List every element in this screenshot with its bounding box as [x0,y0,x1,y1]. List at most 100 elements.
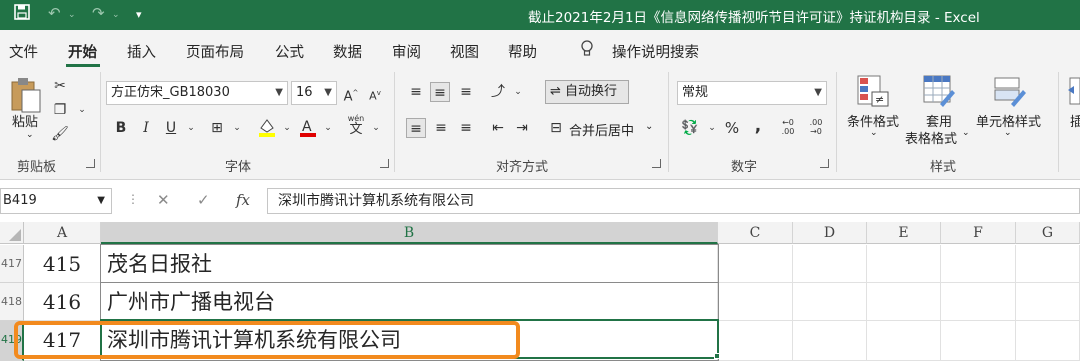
tab-home[interactable]: 开始 [68,41,97,62]
number-launcher-icon[interactable] [820,159,829,168]
formula-input[interactable]: 深圳市腾讯计算机系统有限公司 [267,188,1080,214]
table-row-cell-f[interactable] [941,321,1016,361]
orientation-icon[interactable]: ⤴ [488,82,508,102]
underline-dropdown-icon[interactable]: ⌄ [181,118,201,138]
tab-file[interactable]: 文件 [9,41,38,62]
decrease-decimal-icon[interactable]: .00 →0 [806,118,826,138]
column-header-c[interactable]: C [718,222,793,244]
bold-button[interactable]: B [111,118,131,138]
tab-formulas[interactable]: 公式 [275,41,304,62]
tab-insert[interactable]: 插入 [127,41,156,62]
undo-icon[interactable]: ↶ [48,4,61,22]
table-row-cell-d[interactable] [793,245,867,283]
format-painter-icon[interactable]: 🖌 [50,124,70,144]
increase-font-icon[interactable]: A^ [341,83,361,104]
table-row-cell-f[interactable] [941,283,1016,321]
increase-indent-icon[interactable]: ⇥ [512,118,532,138]
format-as-table-label-2[interactable]: 表格格式 [905,128,957,147]
column-header-f[interactable]: F [941,222,1016,244]
paste-icon[interactable] [10,76,42,114]
table-row-cell-d[interactable] [793,283,867,321]
italic-button[interactable]: I [136,118,156,138]
cancel-icon[interactable]: ✕ [157,191,170,209]
decrease-font-icon[interactable]: Av [365,83,385,103]
merge-center-icon[interactable]: ⊟ [546,118,566,138]
insert-cells-button[interactable]: 插 [1070,111,1080,130]
insert-cells-icon[interactable] [1068,76,1080,106]
font-color-icon[interactable]: A [298,116,318,137]
column-header-b[interactable]: B [101,222,718,244]
table-row-cell-c[interactable] [718,321,793,361]
phonetic-icon[interactable]: wén 文 [346,114,366,142]
table-row-cell-e[interactable] [867,283,941,321]
percent-button[interactable]: % [722,118,742,138]
align-right-icon[interactable]: ≡ [456,118,476,138]
cell-styles-dropdown-icon[interactable]: ⌄ [1004,128,1012,138]
phonetic-dropdown-icon[interactable]: ⌄ [366,118,386,138]
merge-dropdown-icon[interactable]: ⌄ [645,121,653,132]
merge-center-button[interactable]: 合并后居中 [569,120,634,139]
currency-dropdown-icon[interactable]: ⌄ [702,118,722,138]
tab-page-layout[interactable]: 页面布局 [186,41,244,62]
align-left-icon[interactable]: ≡ [406,118,426,138]
fill-handle[interactable] [714,353,720,359]
currency-icon[interactable]: 💱 [680,118,700,138]
paste-dropdown-icon[interactable]: ⌄ [26,130,34,140]
conditional-format-dropdown-icon[interactable]: ⌄ [870,128,878,138]
increase-decimal-icon[interactable]: ←0.00 [778,118,798,138]
align-middle-icon[interactable]: ≡ [430,82,450,102]
cell-styles-icon[interactable] [993,74,1027,108]
fill-color-icon[interactable] [257,116,277,137]
format-as-table-dropdown-icon[interactable]: ⌄ [962,128,970,138]
paste-label[interactable]: 粘贴 [12,111,38,130]
table-row-cell-a[interactable]: 416 [24,283,101,321]
undo-dropdown-icon[interactable]: ⌄ [68,10,76,20]
font-size-select[interactable]: 16 ▼ [291,81,337,105]
table-row-cell-c[interactable] [718,283,793,321]
conditional-format-icon[interactable]: ≠ [856,74,890,108]
clipboard-launcher-icon[interactable] [86,159,95,168]
row-header-417[interactable]: 417 [0,245,24,283]
format-as-table-icon[interactable] [922,74,956,108]
tab-data[interactable]: 数据 [333,41,362,62]
table-row-cell-g[interactable] [1016,283,1080,321]
borders-dropdown-icon[interactable]: ⌄ [227,118,247,138]
number-format-select[interactable]: 常规 ▼ [677,81,827,105]
tell-me-search[interactable]: 操作说明搜索 [612,41,699,62]
wrap-text-button[interactable]: ⇌ 自动换行 [545,80,629,104]
column-header-a[interactable]: A [24,222,101,244]
orientation-dropdown-icon[interactable]: ⌄ [508,82,528,102]
column-header-g[interactable]: G [1016,222,1080,244]
name-box[interactable]: B419 ▼ [0,188,112,214]
underline-button[interactable]: U [161,118,181,138]
table-row-cell-d[interactable] [793,321,867,361]
tab-view[interactable]: 视图 [450,41,479,62]
alignment-launcher-icon[interactable] [652,159,661,168]
redo-dropdown-icon[interactable]: ⌄ [112,10,120,20]
customize-toolbar-icon[interactable]: ▾ [136,8,142,21]
table-row-cell-c[interactable] [718,245,793,283]
table-row-cell-e[interactable] [867,245,941,283]
enter-icon[interactable]: ✓ [197,191,210,209]
comma-button[interactable]: , [748,116,768,136]
font-color-dropdown-icon[interactable]: ⌄ [318,118,338,138]
tab-help[interactable]: 帮助 [508,41,537,62]
column-header-e[interactable]: E [867,222,941,244]
align-center-icon[interactable]: ≡ [431,118,451,138]
font-launcher-icon[interactable] [380,159,389,168]
align-top-icon[interactable]: ≡ [406,82,426,102]
tab-review[interactable]: 审阅 [392,41,421,62]
redo-icon[interactable]: ↷ [92,4,105,22]
copy-icon[interactable]: ❐ [50,100,70,120]
insert-function-button[interactable]: fx [236,191,250,209]
table-row-cell-g[interactable] [1016,245,1080,283]
align-bottom-icon[interactable]: ≡ [456,82,476,102]
font-name-select[interactable]: 方正仿宋_GB18030 ▼ [106,81,288,105]
borders-icon[interactable]: ⊞ [207,118,227,138]
select-all-button[interactable] [0,222,24,244]
table-row-cell-f[interactable] [941,245,1016,283]
row-header-418[interactable]: 418 [0,283,24,321]
copy-dropdown-icon[interactable]: ⌄ [72,100,92,120]
table-row-cell-e[interactable] [867,321,941,361]
column-header-d[interactable]: D [793,222,867,244]
